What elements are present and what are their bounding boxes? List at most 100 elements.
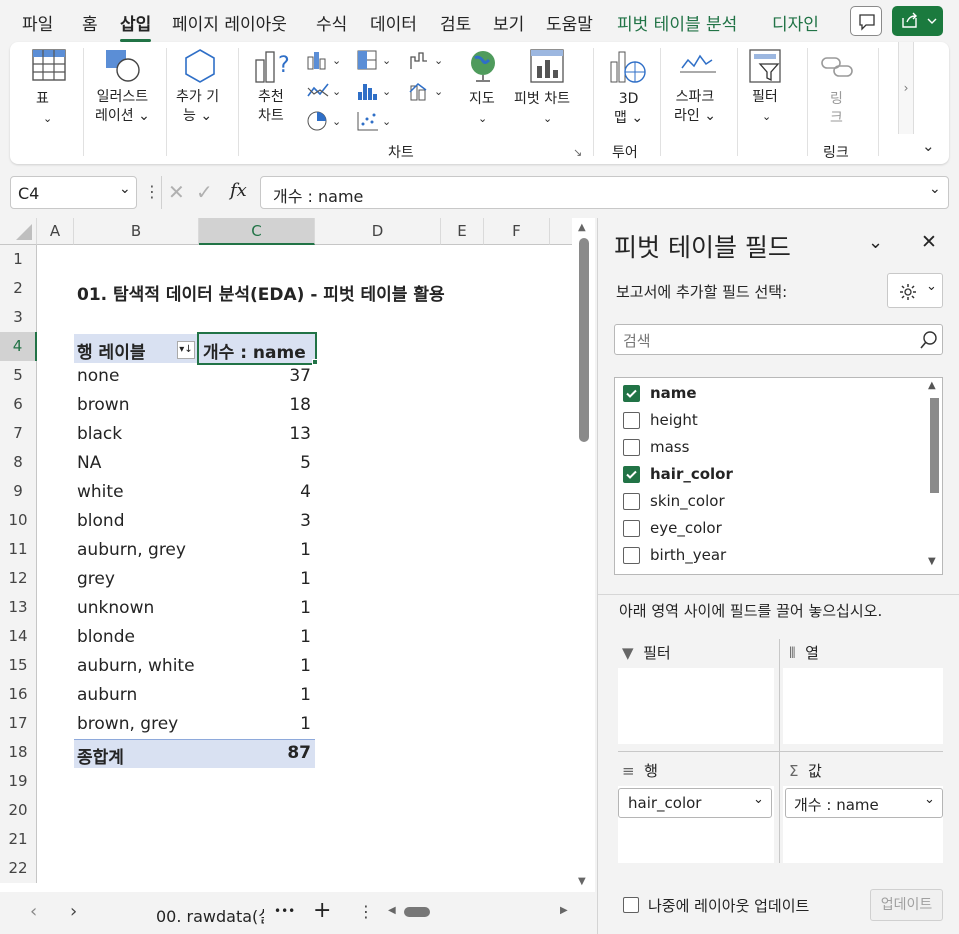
row-header[interactable]: 10 xyxy=(0,506,37,535)
row-header[interactable]: 2 xyxy=(0,274,37,303)
addins-button[interactable] xyxy=(182,48,218,88)
line-chart-button[interactable]: ⌄ xyxy=(306,80,346,106)
tab-data[interactable]: 데이터 xyxy=(370,10,417,35)
column-header-a[interactable]: A xyxy=(37,218,74,245)
row-header[interactable]: 9 xyxy=(0,477,37,506)
scroll-up-icon[interactable]: ▲ xyxy=(928,380,936,391)
checkbox-icon[interactable] xyxy=(623,439,640,456)
recommended-charts-button[interactable]: ? xyxy=(253,48,293,88)
field-scroll-thumb[interactable] xyxy=(930,398,939,493)
search-icon[interactable] xyxy=(919,330,939,350)
filter-sort-dropdown-icon[interactable]: ▾↓ xyxy=(177,341,195,359)
comments-button[interactable] xyxy=(850,6,882,36)
tools-button[interactable]: ⌄ xyxy=(887,273,943,308)
hierarchy-chart-button[interactable]: ⌄ xyxy=(356,49,396,75)
row-header[interactable]: 4 xyxy=(0,332,37,361)
row-header[interactable]: 15 xyxy=(0,651,37,680)
pivot-chart-button[interactable] xyxy=(529,48,565,88)
chevron-down-icon[interactable]: ⌄ xyxy=(543,109,552,128)
defer-update-checkbox[interactable] xyxy=(623,897,639,913)
combo-chart-button[interactable]: ⌄ xyxy=(408,80,448,106)
row-header[interactable]: 7 xyxy=(0,419,37,448)
ribbon-scroll-right[interactable]: › xyxy=(898,42,914,134)
row-header[interactable]: 14 xyxy=(0,622,37,651)
checkbox-icon[interactable] xyxy=(623,574,640,575)
tab-home[interactable]: 홈 xyxy=(82,10,98,35)
slicer-filter-button[interactable] xyxy=(748,48,784,88)
add-sheet-icon[interactable]: + xyxy=(313,898,331,923)
row-header[interactable]: 8 xyxy=(0,448,37,477)
tab-insert[interactable]: 삽입 xyxy=(120,10,152,42)
checkbox-icon[interactable] xyxy=(623,412,640,429)
dialog-launcher-icon[interactable]: ↘ xyxy=(573,143,582,162)
checkbox-checked-icon[interactable] xyxy=(623,385,640,402)
tab-help[interactable]: 도움말 xyxy=(546,10,593,35)
next-sheet-icon[interactable]: › xyxy=(70,901,77,922)
fill-handle[interactable] xyxy=(312,359,318,365)
row-header[interactable]: 13 xyxy=(0,593,37,622)
waterfall-chart-button[interactable]: ⌄ xyxy=(408,49,448,75)
rows-field-dropdown[interactable]: hair_color ⌄ xyxy=(618,788,772,818)
row-header[interactable]: 18 xyxy=(0,738,37,767)
checkbox-icon[interactable] xyxy=(623,547,640,564)
update-button[interactable]: 업데이트 xyxy=(870,889,943,921)
scroll-down-icon[interactable]: ▼ xyxy=(578,876,586,887)
scroll-up-icon[interactable]: ▲ xyxy=(578,222,586,233)
column-header-f[interactable]: F xyxy=(484,218,550,245)
scroll-right-icon[interactable]: ▶ xyxy=(560,905,568,916)
sheet-tab-rawdata[interactable]: 00. rawdata(실 xyxy=(156,903,264,927)
tab-view[interactable]: 보기 xyxy=(493,10,524,35)
field-search-input[interactable]: 검색 xyxy=(614,324,943,355)
tab-design[interactable]: 디자인 xyxy=(772,10,819,35)
values-field-dropdown[interactable]: 개수 : name ⌄ xyxy=(785,788,943,818)
column-header-e[interactable]: E xyxy=(441,218,484,245)
hscroll-thumb[interactable] xyxy=(404,907,430,917)
share-button[interactable] xyxy=(892,6,943,36)
sparklines-button[interactable] xyxy=(678,50,718,84)
link-button[interactable] xyxy=(820,52,856,86)
chevron-down-icon[interactable]: ⌄ xyxy=(762,107,771,126)
column-header-c[interactable]: C xyxy=(199,218,315,245)
tab-page-layout[interactable]: 페이지 레이아웃 xyxy=(172,10,287,35)
tab-file[interactable]: 파일 xyxy=(22,10,53,35)
row-header[interactable]: 20 xyxy=(0,796,37,825)
chevron-down-icon[interactable]: ⌄ xyxy=(478,109,487,128)
filter-drop-zone[interactable] xyxy=(618,668,774,744)
chevron-down-icon[interactable]: ⌄ xyxy=(43,109,52,128)
pane-options-chevron-icon[interactable]: ⌄ xyxy=(868,232,883,253)
pie-chart-button[interactable]: ⌄ xyxy=(306,110,346,136)
row-header[interactable]: 11 xyxy=(0,535,37,564)
row-header[interactable]: 16 xyxy=(0,680,37,709)
ribbon-collapse-icon[interactable]: ⌄ xyxy=(922,137,935,155)
row-header[interactable]: 21 xyxy=(0,825,37,854)
scroll-down-icon[interactable]: ▼ xyxy=(928,556,936,567)
scroll-left-icon[interactable]: ◀ xyxy=(388,905,396,916)
row-header[interactable]: 3 xyxy=(0,303,37,332)
prev-sheet-icon[interactable]: ‹ xyxy=(30,901,37,922)
expand-formula-icon[interactable]: ⌄ xyxy=(929,181,941,197)
scroll-thumb[interactable] xyxy=(579,238,589,442)
row-header[interactable]: 6 xyxy=(0,390,37,419)
map-chart-button[interactable] xyxy=(466,48,502,88)
row-header[interactable]: 19 xyxy=(0,767,37,796)
table-button[interactable] xyxy=(31,48,67,88)
formula-input[interactable]: 개수 : name ⌄ xyxy=(260,176,949,209)
row-header[interactable]: 22 xyxy=(0,854,37,883)
tab-formulas[interactable]: 수식 xyxy=(316,10,347,35)
checkbox-icon[interactable] xyxy=(623,520,640,537)
illustrations-button[interactable] xyxy=(104,48,144,88)
column-header-b[interactable]: B xyxy=(74,218,199,245)
row-header[interactable]: 5 xyxy=(0,361,37,390)
row-header[interactable]: 17 xyxy=(0,709,37,738)
tab-pivot-analyze[interactable]: 피벗 테이블 분석 xyxy=(617,10,737,35)
enter-icon[interactable]: ✓ xyxy=(196,180,213,204)
checkbox-icon[interactable] xyxy=(623,493,640,510)
name-box[interactable]: C4 ⌄ xyxy=(10,176,137,209)
columns-drop-zone[interactable] xyxy=(783,668,943,744)
more-options-icon[interactable]: ⋮ xyxy=(144,182,160,201)
more-options-icon[interactable]: ⋮ xyxy=(358,902,374,921)
field-list-scrollbar[interactable]: ▲ ▼ xyxy=(926,378,942,574)
column-chart-button[interactable]: ⌄ xyxy=(306,49,346,75)
row-header[interactable]: 12 xyxy=(0,564,37,593)
statistic-chart-button[interactable]: ⌄ xyxy=(356,80,396,106)
